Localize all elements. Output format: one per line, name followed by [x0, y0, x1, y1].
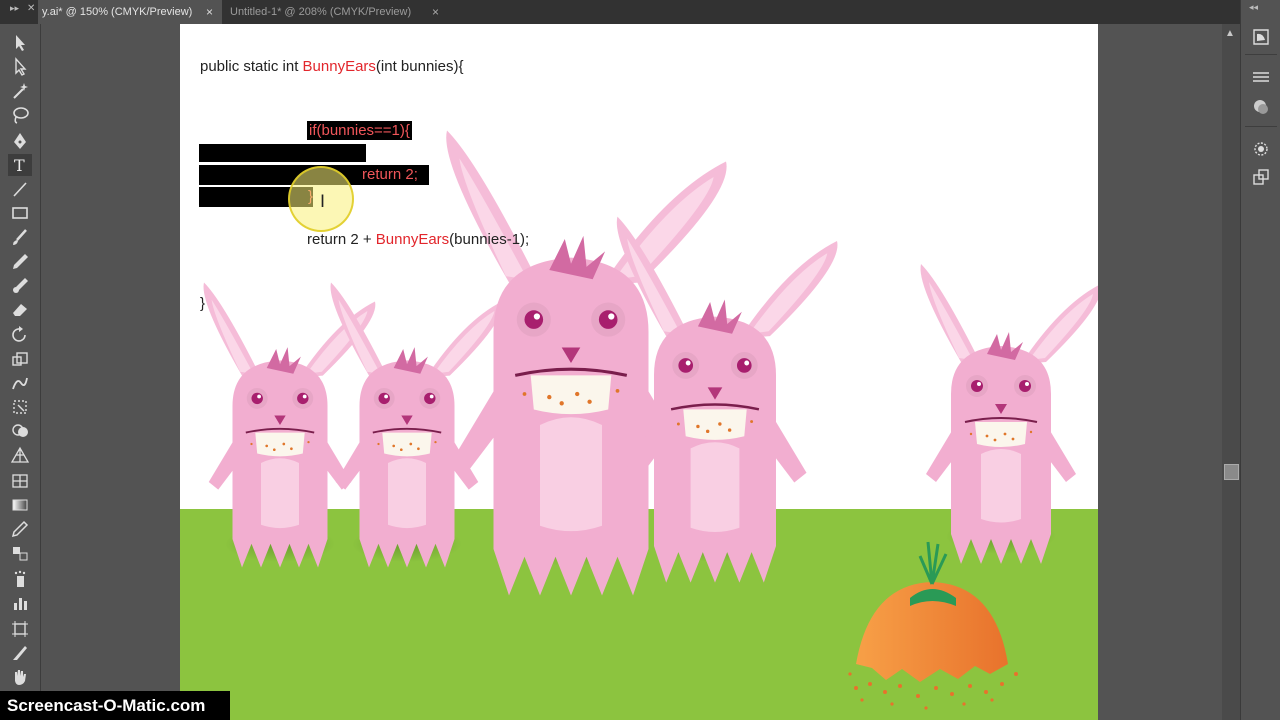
type-tool-icon[interactable]: T: [8, 154, 32, 176]
collapsed-panels-strip: ◂◂: [1240, 0, 1280, 720]
rectangle-tool-icon[interactable]: [8, 202, 32, 224]
eyedropper-icon[interactable]: [8, 518, 32, 540]
gradient-tool-icon[interactable]: [8, 494, 32, 516]
slice-tool-icon[interactable]: [8, 642, 32, 664]
code-text: (bunnies-1);: [449, 231, 530, 248]
tab-active-document[interactable]: y.ai* @ 150% (CMYK/Preview) ×: [38, 0, 222, 24]
artboard-tool-icon[interactable]: [8, 618, 32, 640]
magic-wand-icon[interactable]: [8, 80, 32, 102]
code-text: public static int: [200, 58, 303, 75]
panel-separator: [1245, 126, 1277, 127]
blob-brush-icon[interactable]: [8, 274, 32, 296]
panel-separator: [1245, 54, 1277, 55]
svg-text:T: T: [14, 156, 25, 175]
scrollbar-thumb[interactable]: [1224, 464, 1239, 480]
if-condition-line[interactable]: if(bunnies==1){: [307, 121, 412, 140]
code-text: return 2 +: [307, 231, 376, 248]
direct-selection-tool-icon[interactable]: [8, 56, 32, 78]
screencast-watermark: Screencast-O-Matic.com: [0, 691, 230, 720]
document-tab-bar: ▸▸ ✕ y.ai* @ 150% (CMYK/Preview) × Untit…: [0, 0, 1240, 24]
expand-panels-icon[interactable]: ◂◂: [1249, 2, 1258, 13]
paintbrush-icon[interactable]: [8, 226, 32, 248]
close-icon[interactable]: ×: [432, 0, 439, 25]
free-transform-icon[interactable]: [8, 396, 32, 418]
mesh-tool-icon[interactable]: [8, 470, 32, 492]
hand-tool-icon[interactable]: [8, 666, 32, 688]
warp-tool-icon[interactable]: [8, 372, 32, 394]
layers-menu-icon[interactable]: [1249, 66, 1273, 88]
method-name: BunnyEars: [302, 58, 376, 75]
close-icon[interactable]: ×: [206, 0, 213, 25]
method-signature-line[interactable]: public static int BunnyEars(int bunnies)…: [200, 58, 463, 75]
lasso-icon[interactable]: [8, 104, 32, 126]
method-name: BunnyEars: [375, 231, 450, 248]
pen-tool-icon[interactable]: [8, 130, 32, 152]
rotate-tool-icon[interactable]: [8, 324, 32, 346]
color-icon[interactable]: [1249, 96, 1273, 118]
tab-label: Untitled-1* @ 208% (CMYK/Preview): [230, 6, 412, 18]
column-graph-icon[interactable]: [8, 592, 32, 614]
appearance-icon[interactable]: [1249, 138, 1273, 160]
text-selection-highlight: [199, 144, 366, 162]
line-tool-icon[interactable]: [8, 178, 32, 200]
collapse-arrows-icon[interactable]: ▸▸: [10, 3, 19, 14]
blend-tool-icon[interactable]: [8, 542, 32, 564]
outer-close-brace[interactable]: }: [200, 295, 205, 312]
tools-panel: T: [0, 24, 41, 720]
return-one-line[interactable]: return 2;: [362, 166, 418, 183]
shape-builder-icon[interactable]: [8, 420, 32, 442]
text-cursor-icon: I: [320, 192, 326, 212]
tab-untitled-document[interactable]: Untitled-1* @ 208% (CMYK/Preview) ×: [222, 0, 448, 24]
scale-tool-icon[interactable]: [8, 348, 32, 370]
recursive-return-line[interactable]: return 2 + BunnyEars(bunnies-1);: [307, 231, 529, 248]
perspective-grid-icon[interactable]: [8, 444, 32, 466]
navigator-icon[interactable]: [1249, 26, 1273, 48]
artboard-canvas[interactable]: public static int BunnyEars(int bunnies)…: [180, 24, 1098, 720]
panel-close-icon[interactable]: ✕: [27, 3, 35, 14]
symbols-icon[interactable]: [1249, 166, 1273, 188]
code-text: (int bunnies){: [375, 58, 464, 75]
selection-tool-icon[interactable]: [8, 32, 32, 54]
eraser-icon[interactable]: [8, 298, 32, 320]
pencil-icon[interactable]: [8, 250, 32, 272]
vertical-scrollbar[interactable]: ▲: [1222, 24, 1240, 720]
scroll-up-arrow-icon[interactable]: ▲: [1225, 28, 1235, 39]
symbol-sprayer-icon[interactable]: [8, 568, 32, 590]
tab-label: y.ai* @ 150% (CMYK/Preview): [42, 6, 193, 18]
